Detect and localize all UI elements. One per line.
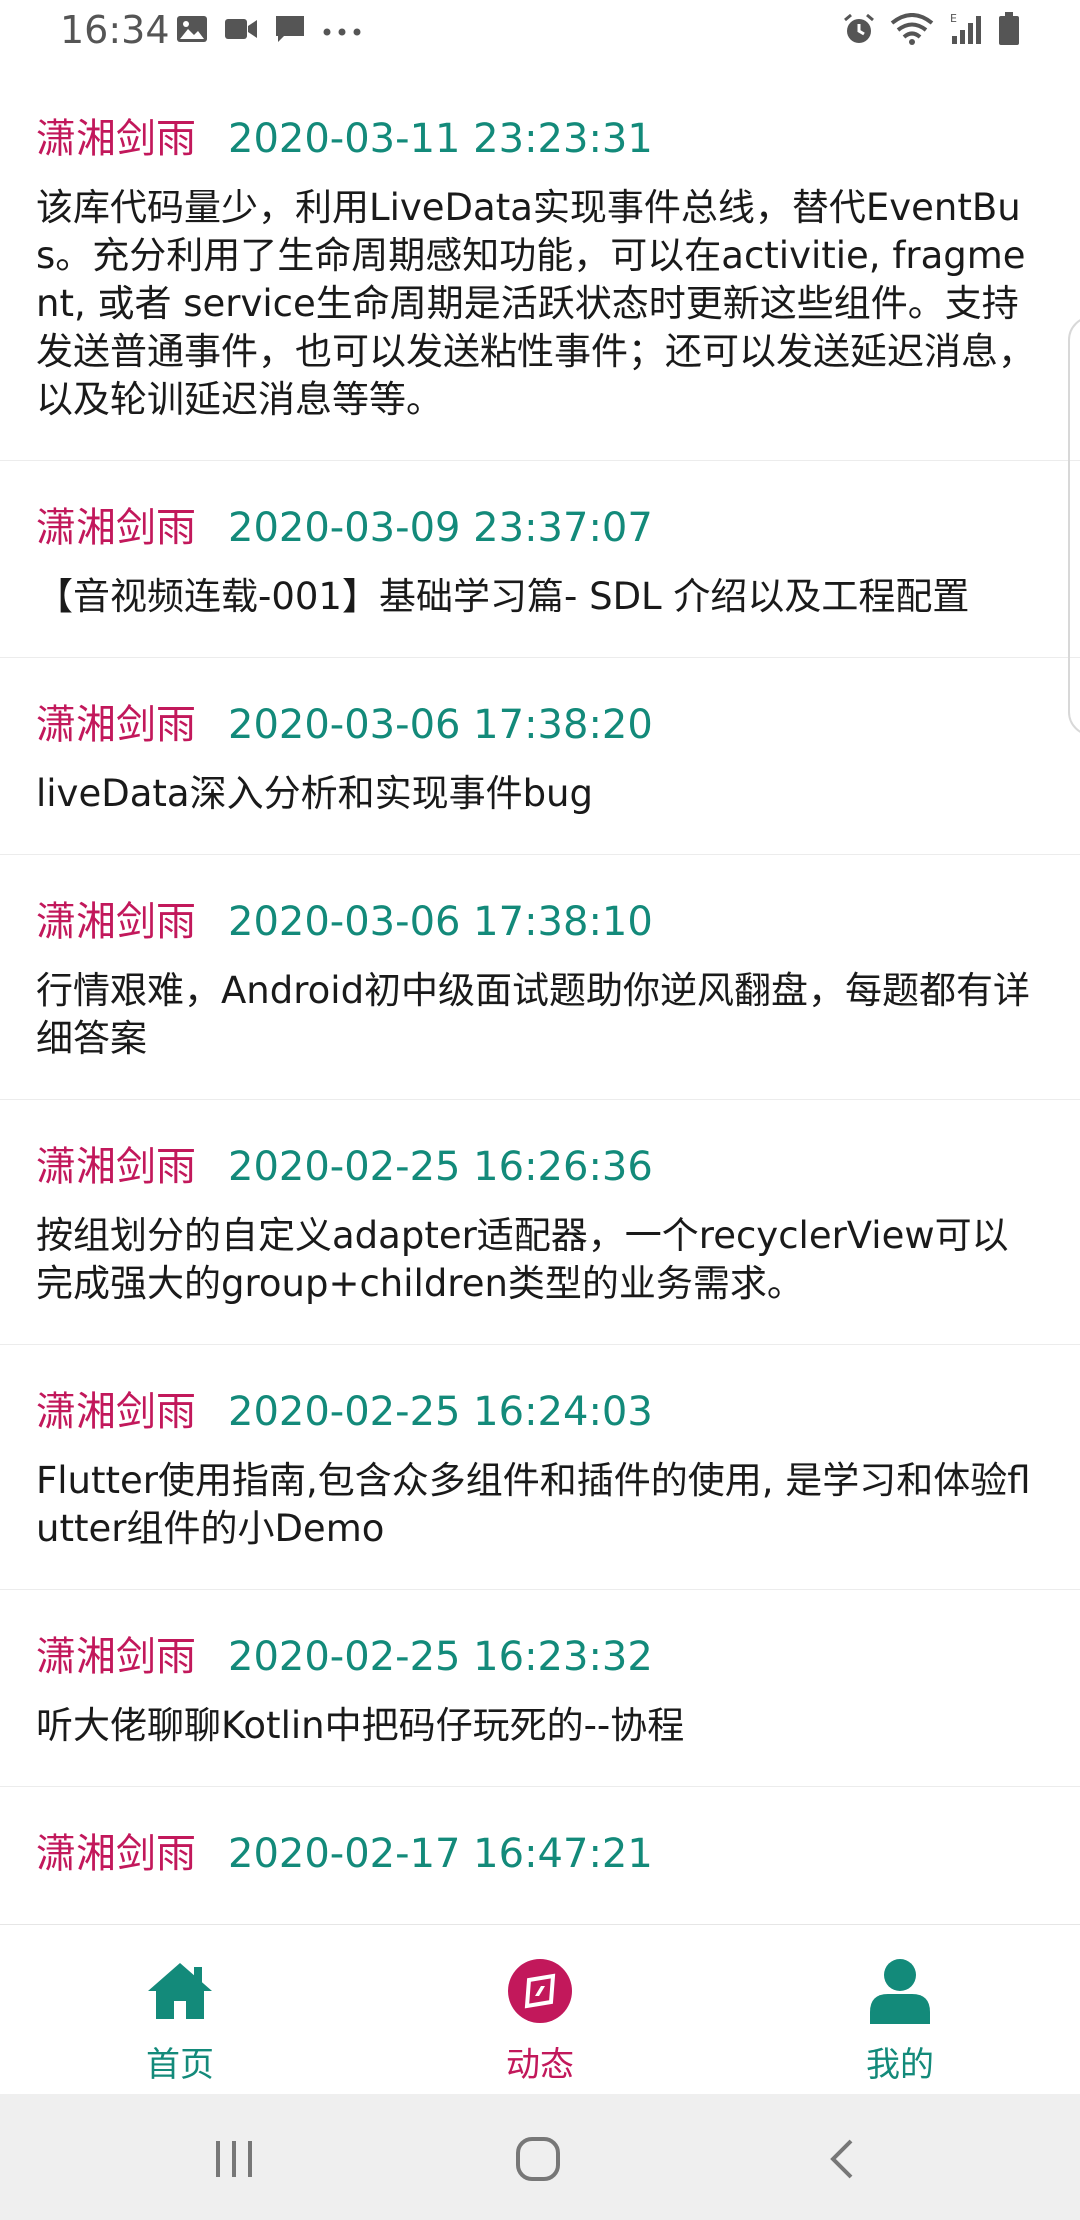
item-author[interactable]: 潇湘剑雨 [36, 1379, 196, 1437]
feed-list[interactable]: 潇湘剑雨 2020-03-11 23:23:31 该库代码量少，利用LiveDa… [0, 72, 1080, 1924]
list-item[interactable]: 潇湘剑雨 2020-03-06 17:38:10 行情艰难，Android初中级… [0, 855, 1080, 1100]
list-item[interactable]: 潇湘剑雨 2020-02-25 16:24:03 Flutter使用指南,包含众… [0, 1345, 1080, 1590]
item-title[interactable]: 【音视频连载-001】基础学习篇- SDL 介绍以及工程配置 [36, 573, 1044, 657]
item-title[interactable]: 按组划分的自定义adapter适配器，一个recyclerView可以完成强大的… [36, 1212, 1044, 1344]
item-header: 潇湘剑雨 2020-02-25 16:26:36 [36, 1134, 1044, 1196]
recents-icon[interactable] [204, 2134, 264, 2184]
item-title[interactable]: liveData深入分析和实现事件bug [36, 770, 1044, 854]
item-time: 2020-03-09 23:37:07 [228, 505, 653, 551]
item-title[interactable]: 听大佬聊聊Kotlin中把码仔玩死的--协程 [36, 1702, 1044, 1786]
nav-label-home: 首页 [146, 2045, 214, 2085]
signal-icon: E [948, 12, 984, 50]
item-time: 2020-02-25 16:23:32 [228, 1634, 653, 1680]
item-author[interactable]: 潇湘剑雨 [36, 889, 196, 947]
item-time: 2020-02-17 16:47:21 [228, 1831, 653, 1877]
status-system-icons: E [842, 12, 1020, 50]
alarm-icon [842, 12, 876, 50]
list-item[interactable]: 潇湘剑雨 2020-02-25 16:26:36 按组划分的自定义adapter… [0, 1100, 1080, 1345]
item-author[interactable]: 潇湘剑雨 [36, 1134, 196, 1192]
person-icon [800, 1951, 1000, 2031]
item-title[interactable]: Flutter使用指南,包含众多组件和插件的使用, 是学习和体验flutter组… [36, 1457, 1044, 1589]
status-bar: 16:34 E [0, 0, 1080, 72]
item-author[interactable]: 潇湘剑雨 [36, 1821, 196, 1879]
status-notification-icons [176, 14, 362, 48]
system-navigation-bar [0, 2094, 1080, 2220]
item-title[interactable]: 该库代码量少，利用LiveData实现事件总线，替代EventBus。充分利用了… [36, 184, 1044, 460]
message-icon [274, 14, 306, 48]
bottom-navigation: 首页 动态 我的 [0, 1924, 1080, 2094]
image-icon [176, 15, 208, 47]
item-author[interactable]: 潇湘剑雨 [36, 495, 196, 553]
item-author[interactable]: 潇湘剑雨 [36, 1624, 196, 1682]
compass-icon [440, 1951, 640, 2031]
item-time: 2020-03-06 17:38:20 [228, 702, 653, 748]
nav-label-mine: 我的 [866, 2045, 934, 2085]
list-item[interactable]: 潇湘剑雨 2020-03-06 17:38:20 liveData深入分析和实现… [0, 658, 1080, 855]
item-header: 潇湘剑雨 2020-03-11 23:23:31 [36, 106, 1044, 168]
status-time: 16:34 [60, 8, 170, 52]
item-author[interactable]: 潇湘剑雨 [36, 692, 196, 750]
list-item[interactable]: 潇湘剑雨 2020-02-25 16:23:32 听大佬聊聊Kotlin中把码仔… [0, 1590, 1080, 1787]
wifi-icon [890, 13, 934, 49]
battery-icon [998, 12, 1020, 50]
item-header: 潇湘剑雨 2020-03-06 17:38:10 [36, 889, 1044, 951]
item-header: 潇湘剑雨 2020-02-25 16:23:32 [36, 1624, 1044, 1686]
item-author[interactable]: 潇湘剑雨 [36, 106, 196, 164]
svg-text:E: E [950, 12, 957, 25]
item-title[interactable] [36, 1899, 1044, 1924]
item-time: 2020-02-25 16:26:36 [228, 1144, 653, 1190]
more-icon [322, 22, 362, 41]
list-item[interactable]: 潇湘剑雨 2020-03-09 23:37:07 【音视频连载-001】基础学习… [0, 461, 1080, 658]
back-icon[interactable] [812, 2134, 872, 2184]
item-title[interactable]: 行情艰难，Android初中级面试题助你逆风翻盘，每题都有详细答案 [36, 967, 1044, 1099]
video-icon [224, 16, 258, 46]
item-time: 2020-02-25 16:24:03 [228, 1389, 653, 1435]
home-circle-icon[interactable] [508, 2134, 568, 2184]
nav-label-dynamic: 动态 [506, 2045, 574, 2085]
nav-item-home[interactable]: 首页 [80, 1951, 280, 2086]
item-header: 潇湘剑雨 2020-03-06 17:38:20 [36, 692, 1044, 754]
scroll-edge-indicator [1068, 316, 1080, 736]
item-time: 2020-03-06 17:38:10 [228, 899, 653, 945]
item-header: 潇湘剑雨 2020-02-17 16:47:21 [36, 1821, 1044, 1883]
item-header: 潇湘剑雨 2020-03-09 23:37:07 [36, 495, 1044, 557]
nav-item-dynamic[interactable]: 动态 [440, 1951, 640, 2086]
home-icon [80, 1951, 280, 2031]
nav-item-mine[interactable]: 我的 [800, 1951, 1000, 2086]
item-time: 2020-03-11 23:23:31 [228, 116, 653, 162]
list-item[interactable]: 潇湘剑雨 2020-02-17 16:47:21 [0, 1787, 1080, 1924]
list-item[interactable]: 潇湘剑雨 2020-03-11 23:23:31 该库代码量少，利用LiveDa… [0, 72, 1080, 461]
item-header: 潇湘剑雨 2020-02-25 16:24:03 [36, 1379, 1044, 1441]
